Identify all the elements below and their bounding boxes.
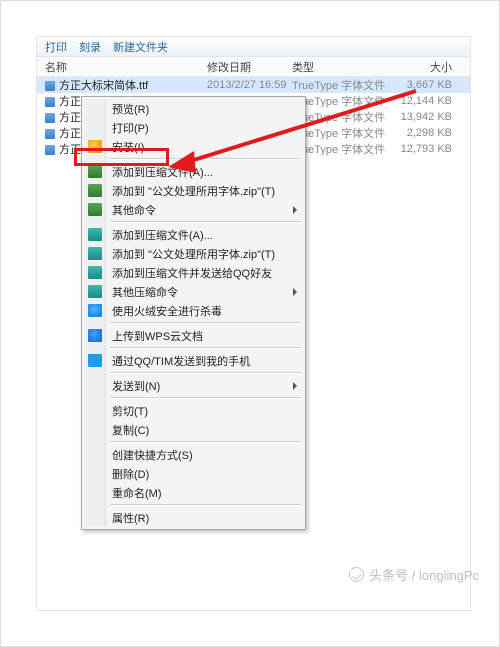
col-size[interactable]: 大小	[397, 59, 462, 75]
font-file-icon	[45, 81, 55, 91]
menu-copy[interactable]: 复制(C)	[84, 420, 303, 439]
menu-delete[interactable]: 删除(D)	[84, 464, 303, 483]
menu-separator	[110, 158, 301, 160]
col-date[interactable]: 修改日期	[207, 59, 292, 75]
font-file-icon	[45, 129, 55, 139]
font-file-icon	[45, 145, 55, 155]
toolbar-print[interactable]: 打印	[45, 39, 67, 55]
menu-qq-phone[interactable]: 通过QQ/TIM发送到我的手机	[84, 351, 303, 370]
file-row[interactable]: 方正大标宋简体.ttf 2013/2/27 16:59 TrueType 字体文…	[37, 77, 470, 93]
menu-wps-cloud[interactable]: 上传到WPS云文档	[84, 326, 303, 345]
font-file-icon	[45, 113, 55, 123]
menu-separator	[110, 441, 301, 443]
menu-separator	[110, 322, 301, 324]
toolbar-burn[interactable]: 刻录	[79, 39, 101, 55]
font-file-icon	[45, 97, 55, 107]
col-name[interactable]: 名称	[37, 59, 207, 75]
shield-icon	[88, 140, 102, 153]
menu-cut[interactable]: 剪切(T)	[84, 401, 303, 420]
watermark: 头条号 / longlingPc	[349, 565, 479, 584]
antivirus-icon	[88, 304, 102, 317]
menu-add-zip-named2[interactable]: 添加到 "公文处理所用字体.zip"(T)	[84, 244, 303, 263]
menu-other-zip[interactable]: 其他压缩命令	[84, 282, 303, 301]
menu-separator	[110, 372, 301, 374]
menu-separator	[110, 397, 301, 399]
archive-icon	[88, 184, 102, 197]
menu-properties[interactable]: 属性(R)	[84, 508, 303, 527]
menu-send-to[interactable]: 发送到(N)	[84, 376, 303, 395]
toolbar-new-folder[interactable]: 新建文件夹	[113, 39, 168, 55]
menu-separator	[110, 504, 301, 506]
menu-install[interactable]: 安装(I)	[84, 137, 303, 156]
archive-icon	[88, 266, 102, 279]
col-type[interactable]: 类型	[292, 59, 397, 75]
toolbar: 打印 刻录 新建文件夹	[37, 37, 470, 57]
archive-icon	[88, 247, 102, 260]
menu-print[interactable]: 打印(P)	[84, 118, 303, 137]
column-headers: 名称 修改日期 类型 大小	[37, 57, 470, 77]
toutiao-logo-icon	[349, 567, 364, 582]
menu-add-zip[interactable]: 添加到压缩文件(A)...	[84, 162, 303, 181]
menu-rename[interactable]: 重命名(M)	[84, 483, 303, 502]
menu-preview[interactable]: 预览(R)	[84, 99, 303, 118]
menu-add-zip-qq[interactable]: 添加到压缩文件并发送给QQ好友	[84, 263, 303, 282]
context-menu: 预览(R) 打印(P) 安装(I) 添加到压缩文件(A)... 添加到 "公文处…	[81, 96, 306, 530]
menu-huorong[interactable]: 使用火绒安全进行杀毒	[84, 301, 303, 320]
archive-icon	[88, 203, 102, 216]
menu-other-cmd[interactable]: 其他命令	[84, 200, 303, 219]
menu-add-zip-named[interactable]: 添加到 "公文处理所用字体.zip"(T)	[84, 181, 303, 200]
menu-separator	[110, 347, 301, 349]
menu-add-zip2[interactable]: 添加到压缩文件(A)...	[84, 225, 303, 244]
archive-icon	[88, 285, 102, 298]
menu-separator	[110, 221, 301, 223]
menu-shortcut[interactable]: 创建快捷方式(S)	[84, 445, 303, 464]
qq-icon	[88, 354, 102, 367]
archive-icon	[88, 228, 102, 241]
cloud-icon	[88, 329, 102, 342]
archive-icon	[88, 165, 102, 178]
